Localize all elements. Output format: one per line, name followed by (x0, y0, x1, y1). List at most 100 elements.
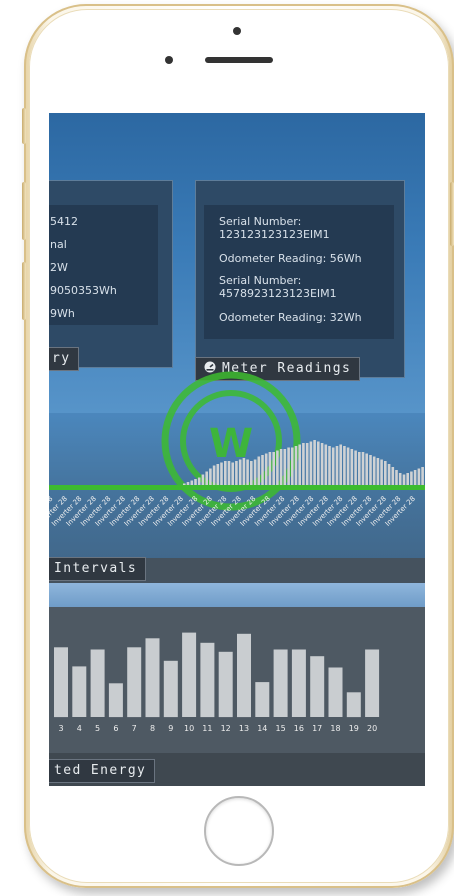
energy-bar (72, 666, 87, 717)
inverter-bar (335, 446, 339, 485)
energy-tick-label: 20 (367, 724, 377, 733)
energy-tick-label: 15 (276, 724, 286, 733)
summary-line-2: nal (50, 238, 67, 251)
inverter-bar (406, 473, 409, 485)
energy-bar (145, 638, 160, 718)
inverter-bar (372, 456, 376, 485)
inverter-bar (331, 447, 335, 485)
inverter-bar (380, 459, 383, 485)
inverter-bar (324, 444, 328, 485)
energy-bar (255, 682, 270, 717)
inverter-bar (291, 447, 294, 485)
inverter-bar (387, 464, 391, 485)
energy-bar-chart: 3 4 5 6 7 8 9 10 11 12 13 14 15 16 17 18 19 20 (54, 632, 380, 733)
inverter-bar (279, 449, 283, 485)
energy-tick-label: 5 (95, 724, 100, 733)
inverter-bar (235, 461, 238, 485)
inverter-bar (350, 449, 354, 485)
inverter-baseline (49, 485, 425, 490)
app-screen: 5412 nal 2W 9050353Wh 9Wh ry Serial Numb… (49, 113, 425, 786)
inverter-bar (410, 471, 413, 485)
intervals-tag[interactable]: Intervals (49, 557, 147, 581)
energy-tick-label: 14 (257, 724, 267, 733)
inverter-bar (183, 483, 186, 485)
odometer-reading-1: Odometer Reading: 56Wh (219, 252, 362, 265)
summary-panel: 5412 nal 2W 9050353Wh 9Wh (49, 180, 173, 368)
inverter-bar (246, 459, 249, 485)
inverter-bar (257, 456, 261, 485)
inverter-bar (343, 446, 346, 485)
inverter-bar (369, 455, 372, 485)
energy-bar (200, 642, 215, 718)
inverter-bar (201, 474, 205, 485)
energy-tick-label: 9 (168, 724, 173, 733)
front-camera-icon (233, 27, 241, 35)
summary-tag[interactable]: ry (49, 347, 80, 371)
summary-line-3: 2W (50, 261, 68, 274)
inverter-bar (253, 459, 257, 485)
serial-number-1-label: Serial Number: (219, 215, 302, 228)
inverter-bar (272, 452, 275, 485)
inverter-bar (238, 459, 242, 485)
inverter-bar (328, 446, 331, 485)
inverter-bar (317, 441, 320, 485)
energy-tag[interactable]: ted Energy (49, 759, 156, 783)
inverter-bar (365, 453, 368, 485)
energy-bar (291, 649, 306, 717)
inverter-bar (224, 461, 227, 485)
energy-bar (127, 647, 142, 718)
energy-bar (218, 651, 233, 718)
energy-bar (90, 649, 105, 717)
summary-line-4: 9050353Wh (50, 284, 117, 297)
energy-bar (108, 683, 123, 718)
inverter-bar (209, 468, 212, 485)
energy-tick-label: 4 (77, 724, 82, 733)
inverter-bar (197, 477, 201, 485)
energy-tick-label: 12 (221, 724, 231, 733)
volume-down-button (22, 262, 26, 320)
inverter-bar (261, 455, 264, 485)
sensor-icon (165, 56, 173, 64)
inverter-bar (309, 441, 313, 485)
inverter-bar (417, 468, 421, 485)
inverter-bar (313, 440, 316, 485)
inverter-bar (298, 444, 301, 485)
summary-line-5: 9Wh (50, 307, 75, 320)
inverter-bar (216, 464, 220, 485)
inverter-bar (227, 461, 231, 485)
inverter-bar (395, 470, 398, 485)
energy-tick-label: 8 (150, 724, 155, 733)
inverter-bar (242, 458, 246, 485)
inverter-bar (421, 467, 424, 485)
volume-up-button (22, 182, 26, 240)
energy-bar (163, 660, 178, 718)
inverter-bar (231, 462, 234, 485)
earpiece-speaker (205, 57, 273, 63)
inverter-bar (190, 480, 194, 485)
inverter-bar (376, 458, 380, 485)
inverter-bar (320, 443, 324, 485)
inverter-bar (276, 450, 279, 485)
energy-bar (182, 632, 197, 717)
odometer-reading-2: Odometer Reading: 32Wh (219, 311, 362, 324)
inverter-bar (220, 462, 223, 485)
inverter-bar (264, 453, 268, 485)
inverter-bar (358, 452, 361, 485)
inverter-bar (354, 450, 357, 485)
energy-tick-label: 3 (58, 724, 63, 733)
energy-bar (54, 647, 68, 718)
energy-bar (328, 667, 343, 717)
inverter-bar (384, 461, 387, 485)
inverter-bar (398, 473, 402, 485)
energy-bar (310, 656, 325, 717)
energy-bar (365, 649, 380, 717)
inverter-bar (268, 452, 272, 485)
power-button (450, 182, 454, 246)
inverter-bar (402, 474, 406, 485)
inverter-bar (294, 446, 298, 485)
mute-switch (22, 108, 26, 144)
energy-tick-label: 11 (202, 724, 212, 733)
home-button[interactable] (204, 796, 274, 866)
energy-tick-label: 10 (184, 724, 194, 733)
inverter-bar (205, 471, 208, 485)
